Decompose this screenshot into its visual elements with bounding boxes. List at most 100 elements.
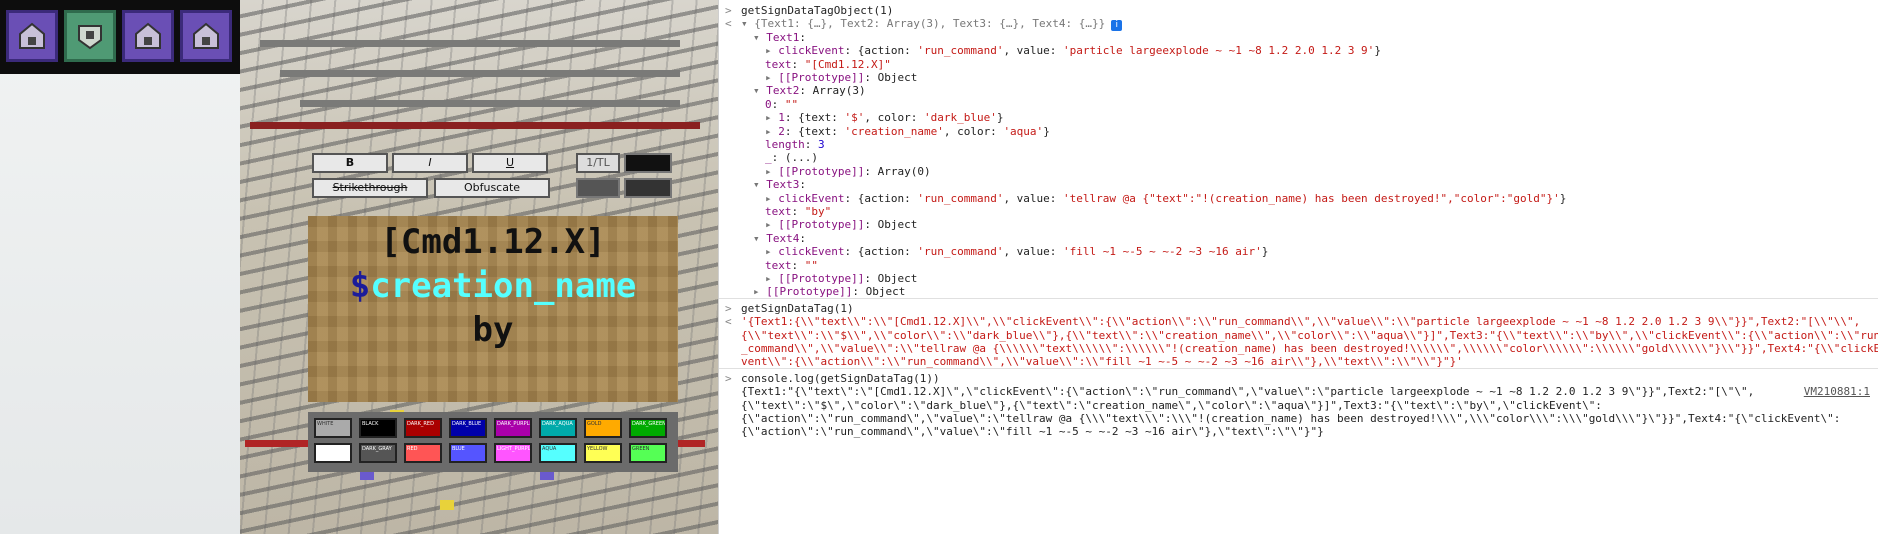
color-swatch-yellow[interactable]: YELLOW bbox=[584, 443, 622, 463]
console-token: 3 bbox=[818, 138, 825, 151]
console-token: ▸ bbox=[765, 245, 779, 259]
console-token: ▸ bbox=[765, 44, 779, 58]
color-swatch-aqua[interactable]: AQUA bbox=[539, 443, 577, 463]
italic-button[interactable]: I bbox=[392, 153, 468, 173]
color-swatch-black[interactable]: BLACK bbox=[359, 418, 397, 438]
color-swatch-dark-blue[interactable]: DARK_BLUE bbox=[449, 418, 487, 438]
console-token: _ bbox=[765, 151, 772, 165]
color-swatch-light-purple[interactable]: LIGHT_PURPLE bbox=[494, 443, 532, 463]
console-token: {Text1: {…}, Text2: Array(3), Text3: {…}… bbox=[754, 17, 1106, 31]
console-token: 'tellraw @a {"text":"!(creation_name) ha… bbox=[1063, 191, 1560, 205]
console-token: [[Prototype]] bbox=[778, 218, 865, 232]
color-swatch-white[interactable]: WHITE bbox=[314, 418, 352, 438]
bold-button[interactable]: B bbox=[312, 153, 388, 173]
console-token: : {action: bbox=[844, 44, 918, 58]
console-token: , color: bbox=[943, 124, 1004, 138]
game-viewport[interactable]: B I U 1/TL Strikethrough Obfuscate [Cmd1… bbox=[0, 0, 718, 534]
console-line[interactable]: ▸ clickEvent: {action: 'run_command', va… bbox=[765, 191, 1566, 207]
hotbar-slot-2[interactable] bbox=[64, 10, 116, 62]
color-swatch-white-8[interactable] bbox=[314, 443, 352, 463]
console-token: [[Prototype]] bbox=[778, 272, 865, 285]
console-token: {\"action\":\"run_command\",\"value\":\"… bbox=[741, 412, 1841, 425]
command-block-icon bbox=[19, 22, 45, 49]
console-token: ▸ bbox=[765, 164, 779, 178]
extra-box-3[interactable] bbox=[624, 178, 672, 198]
console-token: , value: bbox=[1003, 191, 1064, 205]
sky-area bbox=[0, 0, 240, 534]
console-separator bbox=[719, 367, 1878, 369]
console-token: ▸ bbox=[765, 124, 779, 138]
hotbar-slot-4[interactable] bbox=[180, 10, 232, 62]
one-tl-button[interactable]: 1/TL bbox=[576, 153, 620, 173]
color-swatch-dark-aqua[interactable]: DARK_AQUA bbox=[539, 418, 577, 438]
console-token: : bbox=[804, 138, 818, 151]
console-token: 'run_command' bbox=[917, 245, 1004, 259]
devtools-console[interactable]: > getSignDataTagObject(1) < ▾ {Text1: {…}, … bbox=[718, 0, 1878, 534]
console-token: text bbox=[765, 258, 792, 272]
console-token: ▸ bbox=[765, 111, 779, 125]
source-link[interactable]: VM210881:1 bbox=[1804, 384, 1870, 400]
color-palette: WHITE BLACK DARK_RED DARK_BLUE DARK_PURPLE DA… bbox=[308, 412, 678, 472]
hotbar bbox=[0, 0, 240, 74]
color-swatch-green[interactable]: GREEN bbox=[629, 443, 667, 463]
console-token: "" bbox=[804, 258, 818, 272]
console-token: } bbox=[1559, 191, 1567, 205]
hotbar-slot-1[interactable] bbox=[6, 10, 58, 62]
extra-box-1[interactable] bbox=[624, 153, 672, 173]
console-token: Text2 bbox=[766, 84, 800, 98]
sign-line-1-text: [Cmd1.12.X] bbox=[380, 222, 606, 262]
color-swatch-dark-red[interactable]: DARK_RED bbox=[404, 418, 442, 438]
chain-command-block-icon bbox=[78, 25, 102, 50]
console-token: , value: bbox=[1003, 44, 1064, 58]
console-token: : Object bbox=[864, 272, 918, 285]
color-swatch-dark-green[interactable]: DARK_GREEN bbox=[629, 418, 667, 438]
sign-line-3[interactable]: by bbox=[308, 310, 678, 350]
underline-button[interactable]: U bbox=[472, 153, 548, 173]
console-token: 'fill ~1 ~-5 ~ ~-2 ~3 ~16 air' bbox=[1063, 245, 1262, 259]
console-token: [[Prototype]] bbox=[778, 164, 865, 178]
console-token: : Array(3) bbox=[799, 84, 866, 98]
console-token: } bbox=[996, 111, 1004, 125]
extra-box-2[interactable] bbox=[576, 178, 620, 198]
console-line[interactable]: ▸ clickEvent: {action: 'run_command', va… bbox=[765, 244, 1268, 260]
sign-line-1[interactable]: [Cmd1.12.X] bbox=[308, 222, 678, 262]
console-token: : {text: bbox=[784, 111, 845, 125]
console-token: ▸ bbox=[765, 272, 779, 285]
console-token: {\\"text\\":\\"$\\",\\"color\\":\\"dark_… bbox=[741, 328, 1878, 342]
console-token: vent\\":{\\"action\\":\\"run_command\\",… bbox=[741, 355, 1463, 369]
console-token: 'run_command' bbox=[917, 191, 1004, 205]
console-token: "by" bbox=[804, 205, 832, 218]
console-token: getSignDataTag(1) bbox=[741, 301, 854, 315]
console-result-icon: < bbox=[725, 17, 732, 31]
console-token: clickEvent bbox=[778, 191, 845, 205]
color-swatch-dark-gray[interactable]: DARK_GRAY bbox=[359, 443, 397, 463]
console-token: 'run_command' bbox=[917, 44, 1004, 58]
info-icon[interactable]: i bbox=[1111, 20, 1123, 32]
console-token: ▾ bbox=[741, 17, 755, 31]
sign-editor[interactable]: [Cmd1.12.X] $creation_name by bbox=[308, 216, 678, 402]
console-line[interactable]: {\"action\":\"run_command\",\"value\":\"… bbox=[741, 424, 1324, 440]
console-token: } bbox=[1043, 124, 1050, 138]
console-token: _command\\",\\"value\\":\\"tellraw @a {\… bbox=[741, 342, 1878, 355]
console-token: "[Cmd1.12.X]" bbox=[804, 57, 891, 71]
hotbar-slot-3[interactable] bbox=[122, 10, 174, 62]
color-swatch-blue[interactable]: BLUE bbox=[449, 443, 487, 463]
color-swatch-dark-purple[interactable]: DARK_PURPLE bbox=[494, 418, 532, 438]
console-token: : bbox=[791, 57, 805, 71]
console-token: } bbox=[1374, 44, 1381, 58]
console-token: {Text1:"{\"text\":\"[Cmd1.12.X]\",\"clic… bbox=[741, 385, 1755, 399]
console-token: : Object bbox=[864, 218, 918, 232]
console-token: ▾ bbox=[753, 84, 767, 98]
obfuscate-button[interactable]: Obfuscate bbox=[434, 178, 550, 198]
console-token: 'creation_name' bbox=[844, 124, 944, 138]
console-token: 'aqua' bbox=[1003, 124, 1044, 138]
color-swatch-gold[interactable]: GOLD bbox=[584, 418, 622, 438]
console-result-icon: < bbox=[725, 315, 732, 329]
console-token: getSignDataTagObject(1) bbox=[741, 4, 894, 17]
color-swatch-red[interactable]: RED bbox=[404, 443, 442, 463]
strikethrough-button[interactable]: Strikethrough bbox=[312, 178, 428, 198]
console-token: ▸ bbox=[765, 218, 779, 232]
console-token: clickEvent bbox=[778, 245, 845, 259]
sign-line-2[interactable]: $creation_name bbox=[308, 266, 678, 306]
console-token: ▸ bbox=[765, 71, 779, 84]
